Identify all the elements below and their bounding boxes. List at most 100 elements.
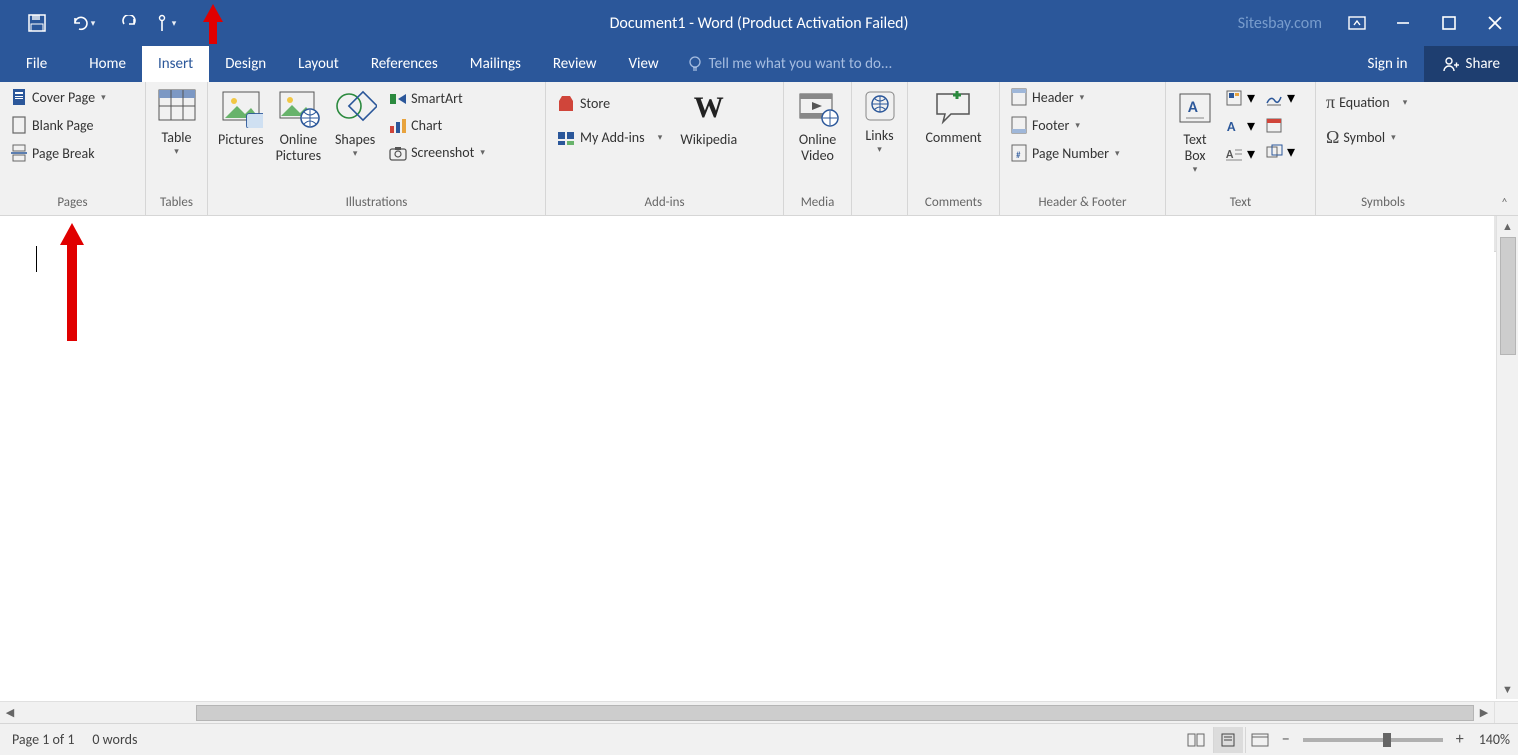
minimize-button[interactable] [1380,3,1426,43]
cover-page-button[interactable]: Cover Page▾ [6,86,110,108]
page-break-label: Page Break [32,145,95,162]
screenshot-button[interactable]: Screenshot▾ [385,142,489,163]
screenshot-label: Screenshot [411,144,474,161]
share-icon [1442,55,1460,73]
scroll-down-button[interactable]: ▼ [1497,679,1518,699]
equation-button[interactable]: π Equation ▾ [1322,90,1411,115]
tab-home[interactable]: Home [73,46,142,82]
ribbon-display-options-button[interactable] [1334,3,1380,43]
online-video-label: Online Video [799,132,836,164]
save-button[interactable] [20,8,54,38]
drop-cap-button[interactable]: A▾ [1222,142,1258,166]
online-video-button[interactable]: Online Video [792,86,844,166]
text-cursor [36,246,37,272]
zoom-slider[interactable] [1303,738,1443,742]
shapes-button[interactable]: Shapes ▾ [329,86,381,160]
table-button[interactable]: Table ▾ [153,86,201,158]
pictures-button[interactable]: Pictures [214,86,268,150]
zoom-level[interactable]: 140% [1479,731,1510,748]
tab-mailings[interactable]: Mailings [454,46,537,82]
vertical-scroll-thumb[interactable] [1500,237,1516,355]
word-count[interactable]: 0 words [92,731,137,748]
links-label: Links [865,128,893,144]
undo-button[interactable]: ▾ [66,8,100,38]
scroll-left-button[interactable]: ◀ [0,702,20,723]
tab-design[interactable]: Design [209,46,282,82]
group-tables: Table ▾ Tables [146,82,208,215]
horizontal-scrollbar[interactable]: ◀ ▶ [0,701,1494,723]
title-bar: ▾ ▾ ▾ Document1 - Word (Product Activati… [0,0,1518,46]
sign-in-button[interactable]: Sign in [1352,46,1424,82]
zoom-in-button[interactable]: + [1451,730,1469,749]
links-button[interactable]: Links ▾ [858,86,902,156]
wikipedia-icon: W [687,88,731,128]
page-number-button[interactable]: # Page Number▾ [1006,142,1124,164]
watermark-label: Sitesbay.com [1238,14,1322,33]
tell-me-search[interactable]: Tell me what you want to do... [675,46,893,82]
smartart-button[interactable]: SmartArt [385,88,489,109]
text-box-button[interactable]: A Text Box▾ [1172,86,1218,176]
share-button[interactable]: Share [1424,46,1518,82]
tab-references[interactable]: References [355,46,454,82]
page-number-icon: # [1010,144,1028,162]
redo-button[interactable] [112,8,146,38]
scroll-right-button[interactable]: ▶ [1474,702,1494,723]
tab-insert[interactable]: Insert [142,46,209,82]
touch-mode-button[interactable]: ▾ [148,8,182,38]
online-pictures-button[interactable]: Online Pictures [272,86,326,166]
group-pages: Cover Page▾ Blank Page Page Break Pages [0,82,146,215]
header-button[interactable]: Header▾ [1006,86,1124,108]
page-break-button[interactable]: Page Break [6,142,110,164]
comment-button[interactable]: Comment [921,86,985,148]
zoom-out-button[interactable]: − [1277,730,1295,749]
horizontal-scroll-thumb[interactable] [196,705,1474,721]
object-button[interactable]: ▾ [1262,140,1298,164]
quick-parts-button[interactable]: ▾ [1222,86,1258,110]
group-header-footer-label: Header & Footer [1000,193,1165,215]
group-links: Links ▾ [852,82,908,215]
shapes-icon [333,88,377,128]
group-illustrations-label: Illustrations [208,193,545,215]
tab-review[interactable]: Review [537,46,613,82]
document-canvas[interactable] [0,216,1494,699]
comment-label: Comment [925,130,981,146]
group-symbols: π Equation ▾ Ω Symbol▾ Symbols [1316,82,1450,215]
maximize-icon [1442,16,1456,30]
scroll-up-button[interactable]: ▲ [1497,216,1518,236]
minimize-icon [1396,16,1410,30]
group-addins: Store My Add-ins ▾ W Wikipedia Add-ins [546,82,784,215]
group-illustrations: Pictures Online Pictures Shapes ▾ SmartA… [208,82,546,215]
chart-icon [389,118,407,134]
collapse-ribbon-button[interactable]: ˄ [1501,196,1508,211]
read-mode-button[interactable] [1181,727,1211,753]
close-button[interactable] [1472,3,1518,43]
tab-file[interactable]: File [0,46,73,82]
online-pictures-icon [276,88,320,128]
blank-page-label: Blank Page [32,117,94,134]
page-indicator[interactable]: Page 1 of 1 [12,731,74,748]
store-button[interactable]: Store [552,92,666,114]
print-layout-button[interactable] [1213,727,1243,753]
symbol-button[interactable]: Ω Symbol▾ [1322,125,1411,150]
vertical-scrollbar[interactable]: ▲ ▼ [1496,216,1518,699]
svg-text:A: A [1227,118,1236,135]
wikipedia-button[interactable]: W Wikipedia [676,86,741,150]
date-time-button[interactable] [1262,114,1298,136]
tab-view[interactable]: View [613,46,675,82]
screenshot-icon [389,145,407,161]
footer-button[interactable]: Footer▾ [1006,114,1124,136]
blank-page-button[interactable]: Blank Page [6,114,110,136]
window-controls: Sitesbay.com [1238,0,1518,46]
horizontal-scroll-track[interactable] [20,705,1474,721]
tab-layout[interactable]: Layout [282,46,355,82]
chart-button[interactable]: Chart [385,115,489,136]
my-addins-button[interactable]: My Add-ins ▾ [552,126,666,148]
window-title: Document1 - Word (Product Activation Fai… [610,14,909,33]
smartart-label: SmartArt [411,90,463,107]
signature-line-button[interactable]: ▾ [1262,86,1298,110]
wordart-button[interactable]: A▾ [1222,114,1258,138]
object-icon [1265,143,1283,161]
web-layout-button[interactable] [1245,727,1275,753]
maximize-button[interactable] [1426,3,1472,43]
zoom-slider-knob[interactable] [1383,733,1391,747]
